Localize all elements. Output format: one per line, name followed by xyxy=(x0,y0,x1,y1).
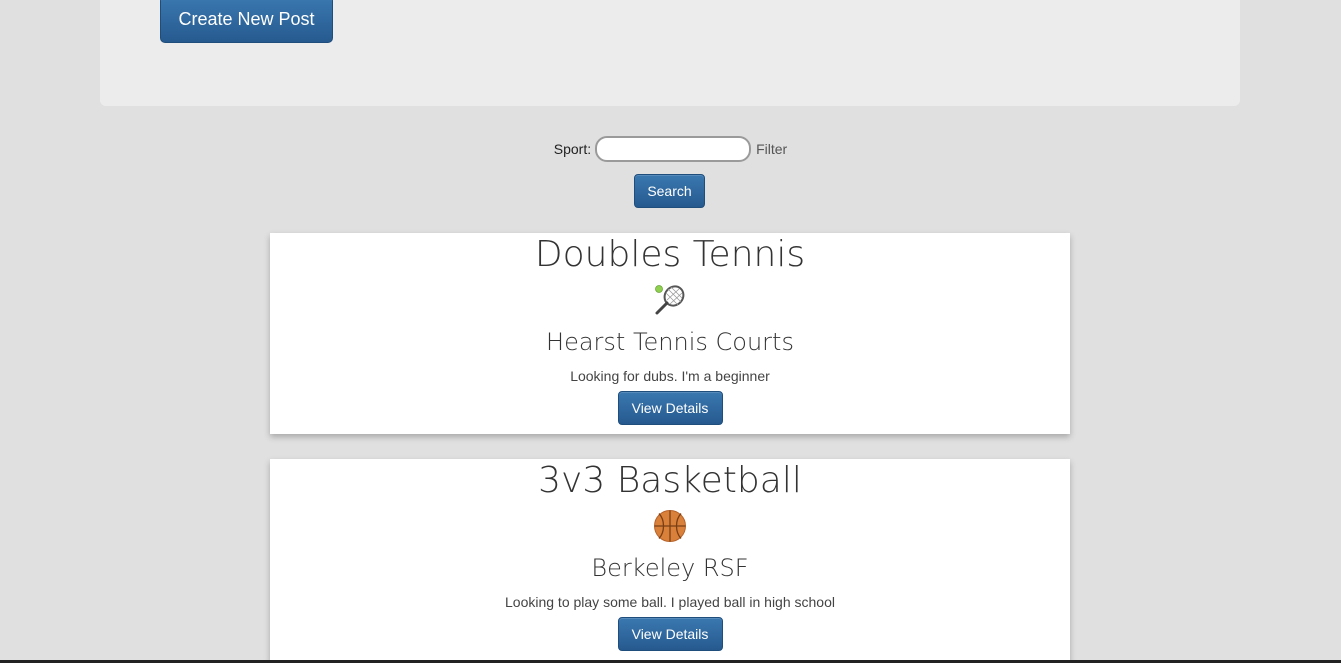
search-button[interactable]: Search xyxy=(634,174,705,208)
view-details-button[interactable]: View Details xyxy=(617,617,723,651)
post-location: Berkeley RSF xyxy=(591,554,749,582)
basketball-icon xyxy=(654,510,686,542)
page: Create New Post Sport: Filter Search Dou… xyxy=(0,0,1341,663)
header-panel: Create New Post xyxy=(100,0,1240,106)
post-title: Doubles Tennis xyxy=(534,234,806,275)
tennis-racket-icon xyxy=(655,285,685,315)
post-card: Doubles Tennis Hearst Tennis Courts Look… xyxy=(270,233,1070,434)
post-location: Hearst Tennis Courts xyxy=(546,328,794,356)
post-description: Looking to play some ball. I played ball… xyxy=(505,594,835,610)
sport-input[interactable] xyxy=(595,136,752,162)
post-card: 3v3 Basketball Berkeley RSF Looking to p… xyxy=(270,459,1070,663)
sport-label: Sport: xyxy=(553,141,592,157)
sport-filter: Sport: Filter xyxy=(0,136,1341,162)
view-details-button[interactable]: View Details xyxy=(617,391,723,425)
post-description: Looking for dubs. I'm a beginner xyxy=(570,368,770,384)
create-new-post-button[interactable]: Create New Post xyxy=(160,0,333,43)
post-title: 3v3 Basketball xyxy=(538,460,802,501)
filter-hint: Filter xyxy=(756,141,788,157)
